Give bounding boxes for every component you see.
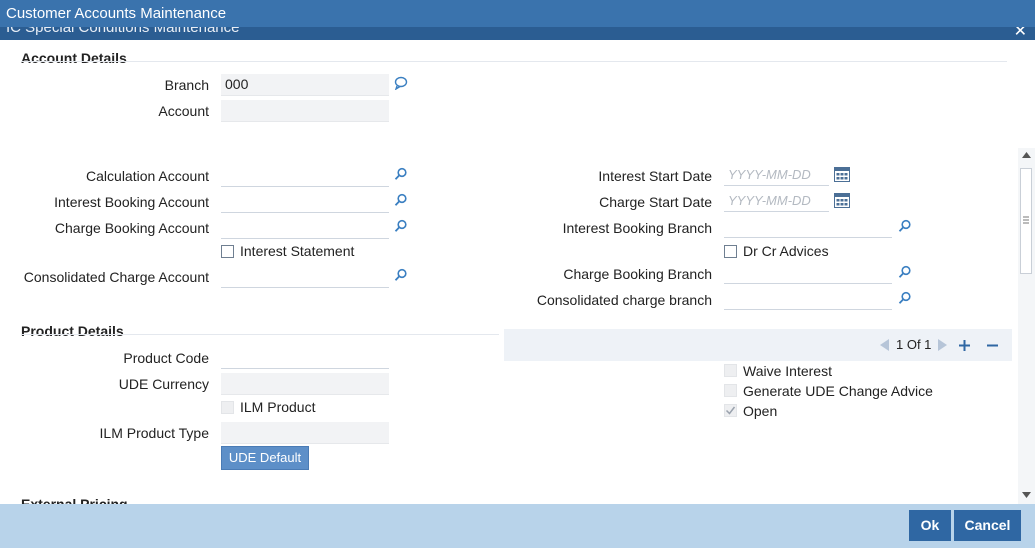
charge-booking-branch-input[interactable]: [724, 262, 892, 284]
account-field[interactable]: [221, 100, 389, 122]
search-icon[interactable]: [394, 167, 408, 181]
branch-field[interactable]: 000: [221, 74, 389, 96]
scroll-up-icon[interactable]: [1022, 152, 1031, 158]
interest-booking-branch-input[interactable]: [724, 216, 892, 238]
scroll-down-icon[interactable]: [1022, 492, 1031, 498]
charge-start-date-label: Charge Start Date: [599, 194, 712, 210]
dialog-footer: [0, 504, 1035, 548]
interest-start-date-label: Interest Start Date: [598, 168, 712, 184]
interest-statement-label: Interest Statement: [240, 243, 355, 259]
subwindow-title-bar: IC Special Conditions Maintenance ✕: [0, 27, 1035, 40]
add-icon[interactable]: [958, 339, 971, 352]
scrollbar-thumb[interactable]: [1020, 168, 1032, 274]
waive-interest-label: Waive Interest: [743, 363, 832, 379]
open-checkbox[interactable]: [724, 404, 737, 417]
consolidated-charge-branch-input[interactable]: [724, 288, 892, 310]
pagination-bar: 1 Of 1: [504, 329, 1012, 361]
external-pricing-heading: External Pricing: [21, 496, 128, 504]
close-icon[interactable]: ✕: [1014, 27, 1027, 40]
search-icon[interactable]: [394, 268, 408, 282]
consolidated-charge-branch-label: Consolidated charge branch: [536, 292, 712, 308]
calendar-icon[interactable]: [834, 167, 850, 182]
next-icon[interactable]: [937, 339, 947, 351]
interest-booking-account-label: Interest Booking Account: [54, 194, 209, 210]
interest-booking-account-input[interactable]: [221, 191, 389, 213]
generate-ude-change-advice-checkbox[interactable]: [724, 384, 737, 397]
date-placeholder: YYYY-MM-DD: [728, 193, 811, 208]
checkmark-icon: [725, 406, 736, 415]
search-icon[interactable]: [898, 265, 912, 279]
charge-booking-account-input[interactable]: [221, 217, 389, 239]
search-icon[interactable]: [898, 219, 912, 233]
cancel-button[interactable]: Cancel: [954, 510, 1021, 541]
previous-icon[interactable]: [880, 339, 890, 351]
product-details-heading: Product Details: [21, 323, 124, 339]
interest-statement-checkbox[interactable]: [221, 245, 234, 258]
subwindow-title: IC Special Conditions Maintenance: [6, 27, 240, 36]
charge-booking-branch-label: Charge Booking Branch: [563, 266, 712, 282]
account-details-heading: Account Details: [21, 50, 127, 66]
remove-icon[interactable]: [986, 339, 999, 352]
calculation-account-input[interactable]: [221, 165, 389, 187]
interest-booking-branch-label: Interest Booking Branch: [562, 220, 712, 236]
generate-ude-change-advice-label: Generate UDE Change Advice: [743, 383, 933, 399]
ilm-product-label: ILM Product: [240, 399, 316, 415]
calculation-account-label: Calculation Account: [86, 168, 209, 184]
date-placeholder: YYYY-MM-DD: [728, 167, 811, 182]
comment-icon[interactable]: [394, 76, 408, 90]
ude-default-button[interactable]: UDE Default: [221, 446, 309, 470]
charge-start-date-input[interactable]: YYYY-MM-DD: [724, 190, 829, 212]
account-label: Account: [158, 103, 209, 119]
ilm-product-type-label: ILM Product Type: [99, 425, 209, 441]
consolidated-charge-account-input[interactable]: [221, 266, 389, 288]
ude-currency-label: UDE Currency: [118, 376, 209, 392]
search-icon[interactable]: [394, 193, 408, 207]
interest-start-date-input[interactable]: YYYY-MM-DD: [724, 164, 829, 186]
ude-currency-field[interactable]: [221, 373, 389, 395]
form-content: Account Details Branch 000 Account Calcu…: [0, 40, 1018, 504]
branch-label: Branch: [164, 77, 209, 93]
open-label: Open: [743, 403, 778, 419]
ilm-product-checkbox[interactable]: [221, 401, 234, 414]
search-icon[interactable]: [898, 291, 912, 305]
dr-cr-advices-label: Dr Cr Advices: [743, 243, 829, 259]
grip-icon: [1023, 216, 1029, 224]
product-code-label: Product Code: [123, 350, 209, 366]
charge-booking-account-label: Charge Booking Account: [54, 220, 209, 236]
search-icon[interactable]: [394, 219, 408, 233]
window-title-bar: Customer Accounts Maintenance: [0, 0, 1035, 27]
calendar-icon[interactable]: [834, 193, 850, 208]
product-code-input[interactable]: [221, 347, 389, 369]
divider: [21, 61, 1007, 62]
divider: [21, 334, 499, 335]
ok-button[interactable]: Ok: [909, 510, 951, 541]
consolidated-charge-account-label: Consolidated Charge Account: [23, 269, 209, 285]
waive-interest-checkbox[interactable]: [724, 364, 737, 377]
dr-cr-advices-checkbox[interactable]: [724, 245, 737, 258]
ilm-product-type-field[interactable]: [221, 422, 389, 444]
window-title: Customer Accounts Maintenance: [6, 5, 227, 22]
page-indicator: 1 Of 1: [896, 337, 932, 352]
